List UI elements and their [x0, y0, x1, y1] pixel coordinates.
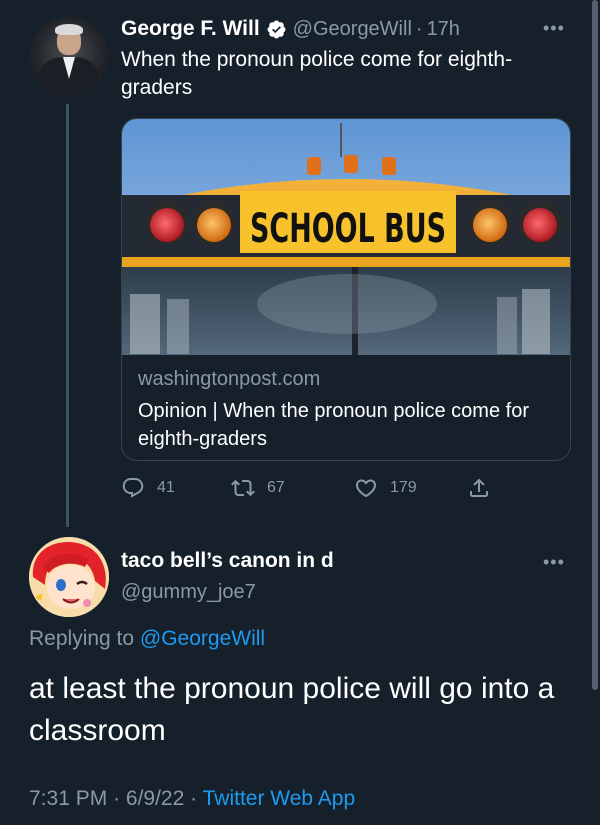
retweet-button[interactable]: 67: [231, 473, 285, 503]
tweet-timestamp[interactable]: 17h: [427, 18, 460, 41]
header-separator: ·: [415, 17, 423, 40]
card-sign-text: SCHOOL BUS: [250, 206, 446, 252]
reply-avatar[interactable]: [29, 537, 109, 617]
retweet-count: 67: [267, 479, 285, 496]
reply-text: at least the pronoun police will go into…: [29, 672, 555, 747]
author-display-name[interactable]: George F. Will: [121, 17, 260, 41]
tweet-text: When the pronoun police come for eighth-…: [121, 48, 513, 99]
replying-to-line: Replying to @GeorgeWill: [29, 627, 265, 651]
reply-metadata: 7:31 PM · 6/9/22 · Twitter Web App: [29, 787, 355, 811]
scrollbar[interactable]: [592, 0, 598, 690]
reply-count: 41: [157, 479, 175, 496]
verified-badge-icon: [267, 20, 286, 38]
more-icon[interactable]: •••: [543, 18, 565, 39]
like-count: 179: [390, 479, 417, 496]
link-card[interactable]: SCHOOL BUS washingtonpost.com Opinion | …: [121, 118, 571, 461]
reply-display-name[interactable]: taco bell’s canon in d: [121, 549, 334, 573]
author-handle[interactable]: @GeorgeWill: [293, 18, 412, 41]
reply-time[interactable]: 7:31 PM: [29, 787, 107, 810]
replying-to-mention[interactable]: @GeorgeWill: [140, 627, 265, 650]
card-title: Opinion | When the pronoun police come f…: [138, 400, 529, 450]
reply-icon: [122, 478, 144, 498]
thread-connector-line: [66, 104, 69, 527]
reply-date[interactable]: 6/9/22: [126, 787, 184, 810]
meta-separator: ·: [190, 787, 198, 810]
like-icon: [355, 479, 377, 498]
more-icon[interactable]: •••: [543, 552, 565, 573]
card-image-school-bus: SCHOOL BUS: [122, 119, 570, 355]
share-button[interactable]: [467, 473, 503, 503]
replying-to-prefix: Replying to: [29, 627, 140, 650]
share-icon: [470, 478, 488, 497]
author-avatar[interactable]: [29, 17, 109, 97]
tweet-header: George F. Will @GeorgeWill · 17h: [121, 16, 460, 42]
reply-source-app[interactable]: Twitter Web App: [203, 787, 356, 810]
retweet-icon: [231, 479, 255, 497]
reply-button[interactable]: 41: [121, 473, 175, 503]
meta-separator: ·: [113, 787, 121, 810]
reply-handle[interactable]: @gummy_joe7: [121, 581, 256, 604]
like-button[interactable]: 179: [354, 473, 417, 503]
card-domain: washingtonpost.com: [138, 368, 321, 390]
tweet-actions: 41 67 179: [121, 473, 571, 503]
